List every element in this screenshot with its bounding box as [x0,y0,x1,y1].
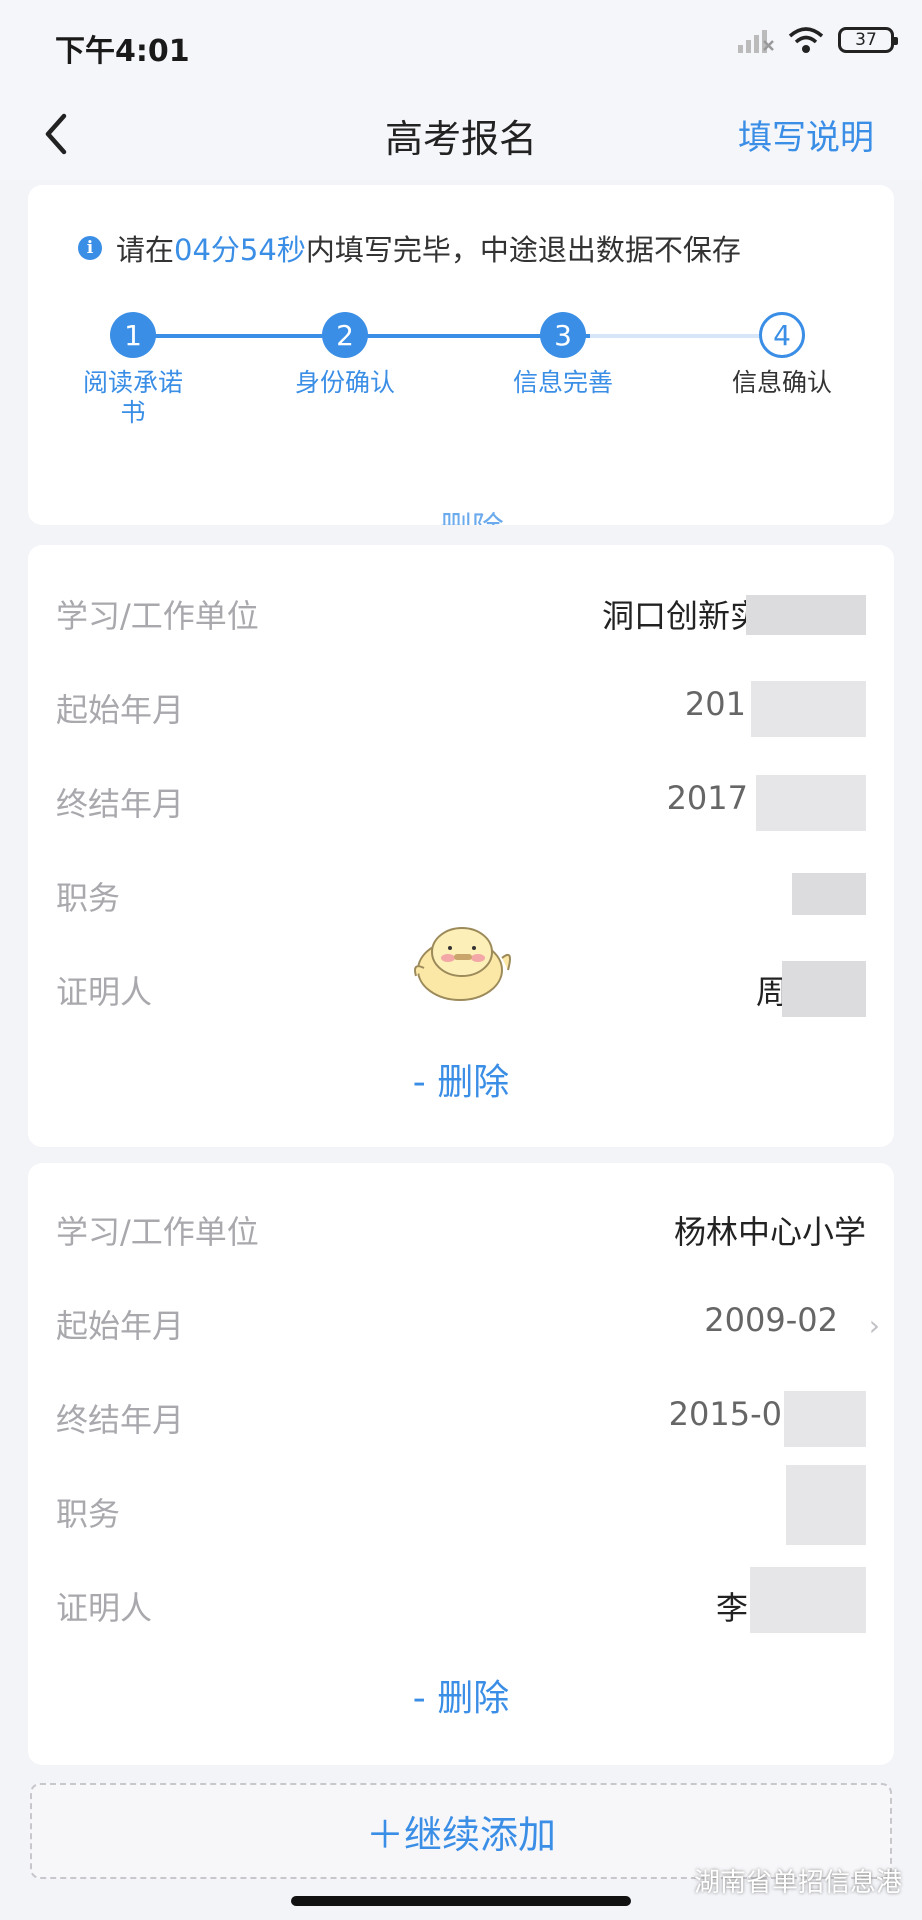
nav-bar: 高考报名 填写说明 [0,90,922,180]
step-3: 3 信息完善 [463,312,663,398]
redaction-blur [782,961,866,1017]
witness-row[interactable]: 证明人 李 [56,1567,866,1635]
chevron-right-icon: › [868,1309,880,1342]
step-4-label: 信息确认 [731,368,832,397]
start-date-label: 起始年月 [56,1307,185,1345]
redaction-blur [784,1391,866,1447]
step-2: 2 身份确认 [245,312,445,398]
delete-record-button[interactable]: - 删除 [28,1053,894,1105]
home-indicator [291,1896,631,1906]
battery-level: 37 [855,30,877,50]
witness-label: 证明人 [56,973,153,1011]
redaction-blur [746,595,866,635]
watermark: 湖南省单招信息港 [693,1868,902,1898]
redaction-blur [792,873,866,915]
partial-delete-button[interactable]: - 删除 [28,503,894,525]
step-4: 4 信息确认 [682,312,882,398]
delete-record-button[interactable]: - 删除 [28,1669,894,1721]
position-label: 职务 [56,1495,121,1533]
unit-value[interactable]: 杨林中心小学 [674,1207,866,1253]
info-icon: i [78,236,102,260]
end-date-row[interactable]: 2017 终结年月 [56,771,866,831]
start-date-value[interactable]: 2009-02 [704,1301,838,1339]
start-date-row[interactable]: 起始年月 201 [56,677,866,737]
status-time: 下午4:01 [55,34,190,69]
unit-label: 学习/工作单位 [56,597,259,635]
position-row[interactable]: 职务 [56,865,866,925]
battery-icon: 37 [838,27,898,53]
end-date-label: 终结年月 [56,785,185,823]
position-row[interactable]: 职务 [56,1465,866,1545]
end-date-label: 终结年月 [56,1401,185,1439]
start-date-value[interactable]: 201 [685,685,746,723]
unit-row[interactable]: 学习/工作单位 洞口创新实 [56,583,866,643]
unit-value[interactable]: 洞口创新实 [602,591,762,637]
witness-value[interactable]: 李 [716,1583,748,1629]
countdown-tip: i 请在 04分54秒 内填写完毕，中途退出数据不保存 [78,227,741,269]
redaction-blur [756,775,866,831]
chick-sticker-icon [414,927,511,1001]
position-label: 职务 [56,879,121,917]
start-date-row[interactable]: 起始年月 2009-02 › [56,1293,880,1353]
step-4-circle: 4 [759,312,805,358]
wifi-icon [788,27,824,53]
tip-suffix: 内填写完毕，中途退出数据不保存 [305,233,741,267]
start-date-label: 起始年月 [56,691,185,729]
step-1: 1 阅读承诺书 [33,312,233,428]
step-3-circle: 3 [540,312,586,358]
step-3-label: 信息完善 [512,368,613,397]
unit-row[interactable]: 学习/工作单位 杨林中心小学 [56,1199,866,1259]
unit-label: 学习/工作单位 [56,1213,259,1251]
help-link[interactable]: 填写说明 [738,110,874,159]
countdown-timer: 04分54秒 [174,233,306,267]
step-2-circle: 2 [322,312,368,358]
redaction-blur [751,681,866,737]
signal-icon [738,30,774,53]
progress-card: i 请在 04分54秒 内填写完毕，中途退出数据不保存 1 阅读承诺书 2 身份确认… [28,185,894,525]
end-date-row[interactable]: 终结年月 2015-0 [56,1387,866,1447]
status-icons: 37 [736,26,898,54]
record-card-1: 学习/工作单位 洞口创新实 起始年月 201 2017 终结年月 职务 证明人 … [28,545,894,1147]
redaction-blur [786,1465,866,1545]
end-date-value[interactable]: 2015-0 [669,1395,782,1433]
end-date-value[interactable]: 2017 [667,779,748,817]
status-bar: 下午4:01 37 [0,0,922,90]
tip-prefix: 请在 [116,233,175,267]
record-card-2: 学习/工作单位 杨林中心小学 起始年月 2009-02 › 终结年月 2015-… [28,1163,894,1765]
redaction-blur [750,1567,866,1633]
step-1-circle: 1 [110,312,156,358]
step-indicator: 1 阅读承诺书 2 身份确认 3 信息完善 4 信息确认 [28,312,894,432]
step-1-label: 阅读承诺书 [82,368,183,427]
witness-label: 证明人 [56,1589,153,1627]
step-2-label: 身份确认 [294,368,395,397]
